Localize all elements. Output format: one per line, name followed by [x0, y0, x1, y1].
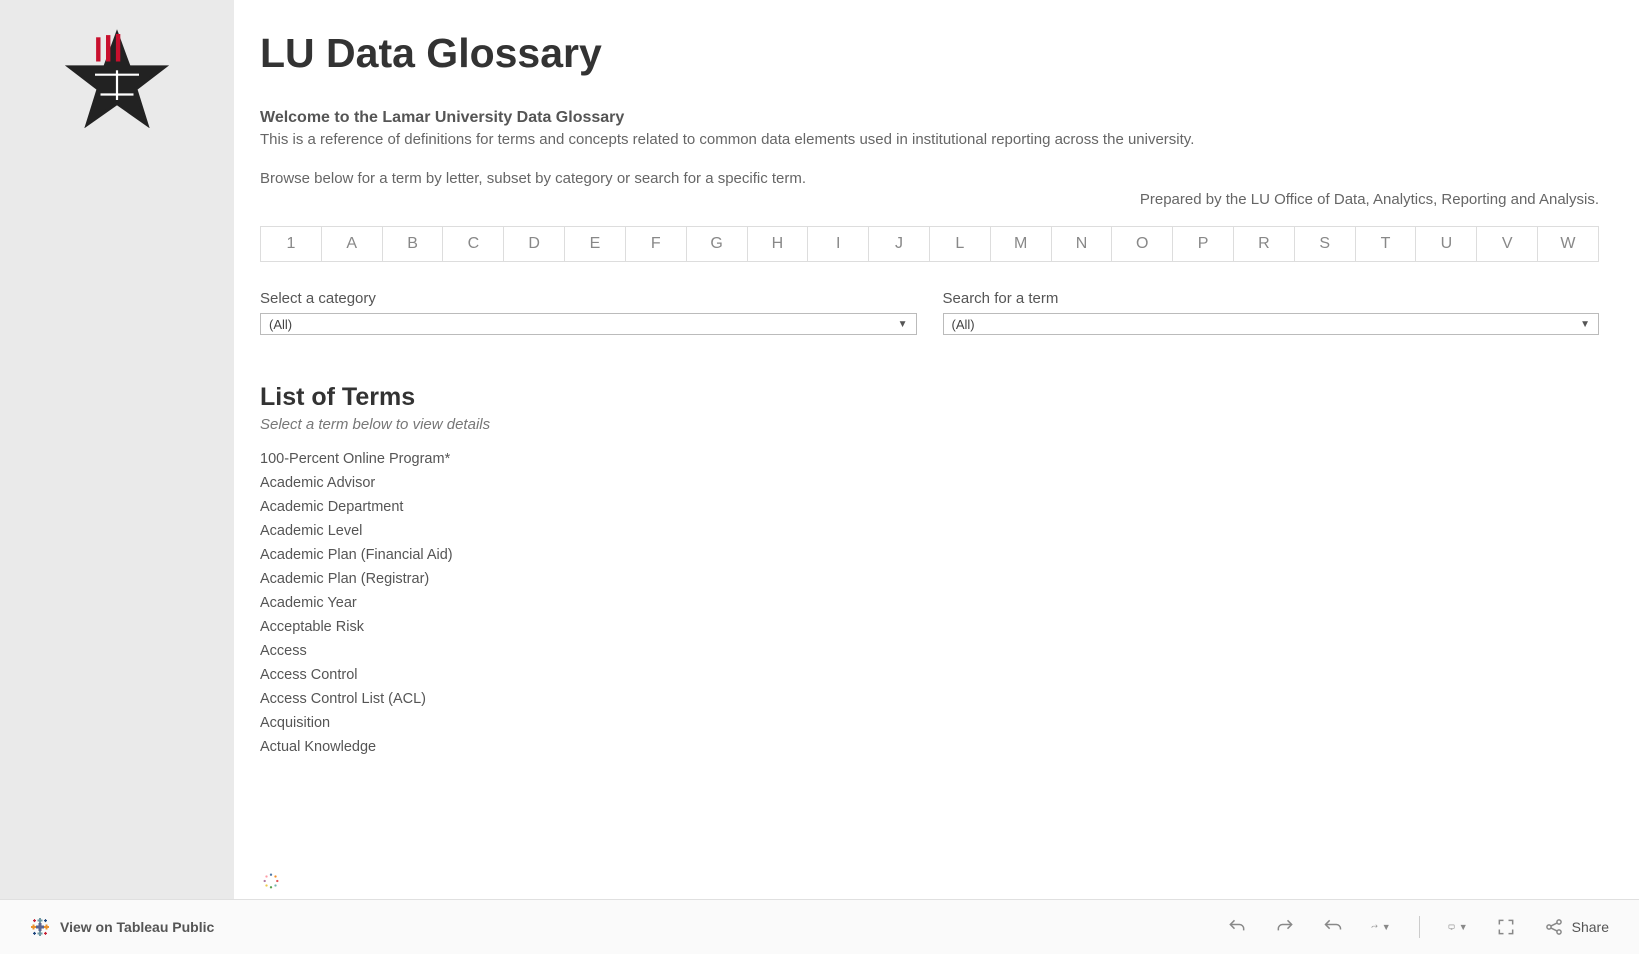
letter-nav-item-m[interactable]: M — [991, 227, 1052, 261]
letter-nav-item-a[interactable]: A — [322, 227, 383, 261]
letter-nav-item-b[interactable]: B — [383, 227, 444, 261]
terms-title: List of Terms — [260, 383, 1599, 412]
letter-nav-item-e[interactable]: E — [565, 227, 626, 261]
category-filter-label: Select a category — [260, 290, 917, 307]
term-item[interactable]: Academic Advisor — [260, 471, 1599, 495]
letter-nav-item-h[interactable]: H — [748, 227, 809, 261]
browse-text: Browse below for a term by letter, subse… — [260, 170, 1599, 187]
letter-nav-item-j[interactable]: J — [869, 227, 930, 261]
search-select[interactable]: (All) ▼ — [943, 313, 1600, 335]
chevron-down-icon: ▼ — [1459, 922, 1468, 932]
bottom-right: ▼ ▼ — [1227, 916, 1609, 938]
letter-nav-item-w[interactable]: W — [1538, 227, 1598, 261]
term-item[interactable]: Access Control List (ACL) — [260, 687, 1599, 711]
category-select-value: (All) — [269, 317, 292, 332]
share-label: Share — [1572, 919, 1609, 935]
letter-nav-item-u[interactable]: U — [1416, 227, 1477, 261]
bottom-toolbar: View on Tableau Public ▼ — [0, 899, 1639, 954]
redo-icon[interactable] — [1275, 917, 1295, 937]
term-item[interactable]: Acceptable Risk — [260, 615, 1599, 639]
sidebar — [0, 0, 234, 899]
letter-nav-item-1[interactable]: 1 — [261, 227, 322, 261]
letter-nav-item-f[interactable]: F — [626, 227, 687, 261]
chevron-down-icon: ▼ — [1382, 922, 1391, 932]
category-select[interactable]: (All) ▼ — [260, 313, 917, 335]
term-item[interactable]: Access — [260, 639, 1599, 663]
letter-nav-item-l[interactable]: L — [930, 227, 991, 261]
letter-nav: 1ABCDEFGHIJLMNOPRSTUVW — [260, 226, 1599, 262]
term-item[interactable]: Academic Year — [260, 591, 1599, 615]
search-filter: Search for a term (All) ▼ — [943, 290, 1600, 335]
letter-nav-item-i[interactable]: I — [808, 227, 869, 261]
term-item[interactable]: Access Control — [260, 663, 1599, 687]
lu-logo — [62, 28, 172, 128]
toolbar-separator — [1419, 916, 1420, 938]
search-select-value: (All) — [952, 317, 975, 332]
letter-nav-item-d[interactable]: D — [504, 227, 565, 261]
term-item[interactable]: 100-Percent Online Program* — [260, 447, 1599, 471]
letter-nav-item-v[interactable]: V — [1477, 227, 1538, 261]
terms-subtitle: Select a term below to view details — [260, 416, 1599, 433]
filter-row: Select a category (All) ▼ Search for a t… — [260, 290, 1599, 335]
welcome-heading: Welcome to the Lamar University Data Glo… — [260, 109, 1599, 127]
undo-icon[interactable] — [1227, 917, 1247, 937]
terms-section: List of Terms Select a term below to vie… — [260, 383, 1599, 759]
letter-nav-item-r[interactable]: R — [1234, 227, 1295, 261]
tableau-icon — [30, 917, 50, 937]
revert-icon[interactable]: ▼ — [1371, 917, 1391, 937]
description-text: This is a reference of definitions for t… — [260, 131, 1599, 148]
letter-nav-item-n[interactable]: N — [1052, 227, 1113, 261]
chevron-down-icon: ▼ — [898, 319, 908, 330]
view-on-tableau-link[interactable]: View on Tableau Public — [60, 919, 214, 935]
letter-nav-item-o[interactable]: O — [1112, 227, 1173, 261]
page-title: LU Data Glossary — [260, 30, 1599, 77]
letter-nav-item-t[interactable]: T — [1356, 227, 1417, 261]
terms-list: 100-Percent Online Program*Academic Advi… — [260, 447, 1599, 759]
term-item[interactable]: Acquisition — [260, 711, 1599, 735]
letter-nav-item-g[interactable]: G — [687, 227, 748, 261]
letter-nav-item-c[interactable]: C — [443, 227, 504, 261]
main-content: LU Data Glossary Welcome to the Lamar Un… — [260, 30, 1599, 759]
chevron-down-icon: ▼ — [1580, 319, 1590, 330]
fullscreen-icon[interactable] — [1496, 917, 1516, 937]
term-item[interactable]: Academic Plan (Financial Aid) — [260, 543, 1599, 567]
device-preview-icon[interactable]: ▼ — [1448, 917, 1468, 937]
letter-nav-item-p[interactable]: P — [1173, 227, 1234, 261]
term-item[interactable]: Academic Level — [260, 519, 1599, 543]
term-item[interactable]: Actual Knowledge — [260, 735, 1599, 759]
bottom-left[interactable]: View on Tableau Public — [30, 917, 214, 937]
letter-nav-item-s[interactable]: S — [1295, 227, 1356, 261]
replay-icon[interactable] — [1323, 917, 1343, 937]
term-item[interactable]: Academic Department — [260, 495, 1599, 519]
term-item[interactable]: Academic Plan (Registrar) — [260, 567, 1599, 591]
search-filter-label: Search for a term — [943, 290, 1600, 307]
loading-spinner-icon — [262, 872, 280, 890]
share-button[interactable]: Share — [1544, 917, 1609, 937]
prepared-by-text: Prepared by the LU Office of Data, Analy… — [260, 191, 1599, 208]
category-filter: Select a category (All) ▼ — [260, 290, 917, 335]
share-icon — [1544, 917, 1564, 937]
fade-overlay — [260, 824, 1599, 864]
